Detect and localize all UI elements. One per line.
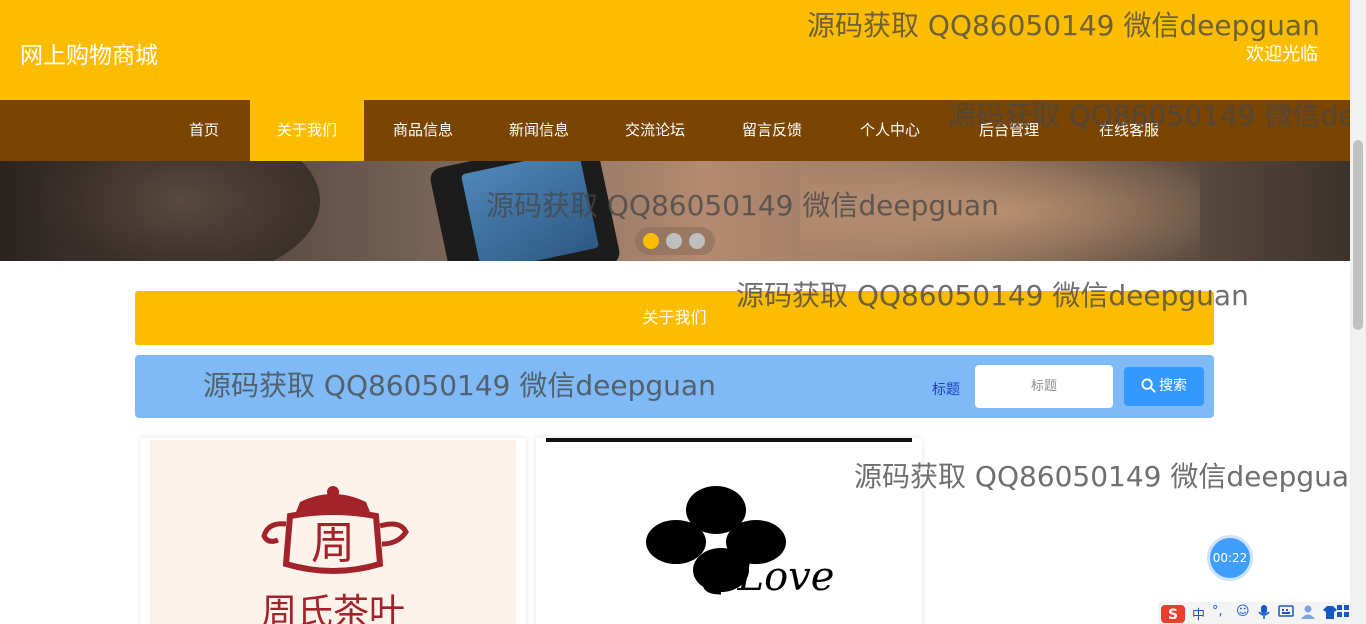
ime-toolbar[interactable]: S 中 °, ☺ (1158, 602, 1350, 624)
microphone-icon[interactable] (1258, 604, 1270, 624)
teapot-logo-icon: 周 周氏茶叶 (261, 486, 409, 624)
watermark: 源码获取 QQ86050149 微信deepgua (854, 460, 1350, 493)
product-card[interactable]: Love (536, 438, 922, 624)
banner-phone-screen (460, 161, 600, 261)
page: 网上购物商城 欢迎光临 首页 关于我们 商品信息 新闻信息 交流论坛 留言反馈 … (0, 0, 1366, 624)
nav-item-home[interactable]: 首页 (172, 100, 236, 161)
emoji-icon[interactable]: ☺ (1236, 604, 1250, 619)
nav-item-admin[interactable]: 后台管理 (964, 100, 1054, 161)
site-title[interactable]: 网上购物商城 (20, 36, 158, 70)
sogou-s-icon[interactable]: S (1160, 604, 1186, 624)
carousel-dot-3[interactable] (689, 233, 705, 249)
nav-item-products[interactable]: 商品信息 (378, 100, 468, 161)
product-image-love[interactable]: Love (546, 438, 912, 624)
nav-item-feedback[interactable]: 留言反馈 (727, 100, 817, 161)
keyboard-icon[interactable] (1278, 604, 1294, 622)
nav-item-about[interactable]: 关于我们 (250, 100, 364, 161)
product-card[interactable]: 周 周氏茶叶 (140, 438, 526, 624)
banner-glow (800, 161, 1200, 261)
svg-text:S: S (1168, 607, 1178, 623)
welcome-text: 欢迎光临 (1246, 44, 1318, 65)
ime-punct-indicator[interactable]: °, (1212, 604, 1223, 619)
banner-cup-image (40, 161, 320, 261)
banner-carousel[interactable] (0, 161, 1350, 261)
scrollbar-thumb[interactable] (1353, 140, 1363, 330)
search-icon (1141, 378, 1156, 393)
floating-timer[interactable]: 00:22 (1207, 535, 1253, 581)
section-title: 关于我们 (135, 291, 1214, 345)
search-button-label: 搜索 (1159, 378, 1187, 394)
search-button[interactable]: 搜索 (1124, 367, 1204, 406)
search-bar: 标题 搜索 (135, 355, 1214, 418)
page-scrollbar[interactable] (1350, 0, 1366, 624)
logo-love-text: Love (737, 554, 835, 600)
clover-logo-icon: Love (646, 486, 835, 600)
nav-item-forum[interactable]: 交流论坛 (610, 100, 700, 161)
nav-item-profile[interactable]: 个人中心 (845, 100, 935, 161)
site-header: 网上购物商城 欢迎光临 (0, 0, 1350, 100)
carousel-indicators (635, 227, 715, 255)
nav-item-news[interactable]: 新闻信息 (494, 100, 584, 161)
carousel-dot-1[interactable] (643, 233, 659, 249)
logo-char: 周 (311, 518, 355, 569)
user-icon[interactable] (1300, 604, 1316, 624)
product-image-zhoushi-tea[interactable]: 周 周氏茶叶 (150, 440, 516, 624)
ime-lang-indicator[interactable]: 中 (1192, 604, 1205, 623)
logo-brand-text: 周氏茶叶 (261, 592, 405, 624)
carousel-dot-2[interactable] (666, 233, 682, 249)
search-label: 标题 (932, 382, 960, 398)
search-input[interactable] (975, 365, 1113, 408)
main-nav: 首页 关于我们 商品信息 新闻信息 交流论坛 留言反馈 个人中心 后台管理 在线… (0, 100, 1350, 161)
grid-menu-icon[interactable] (1336, 604, 1350, 622)
nav-item-service[interactable]: 在线客服 (1084, 100, 1174, 161)
